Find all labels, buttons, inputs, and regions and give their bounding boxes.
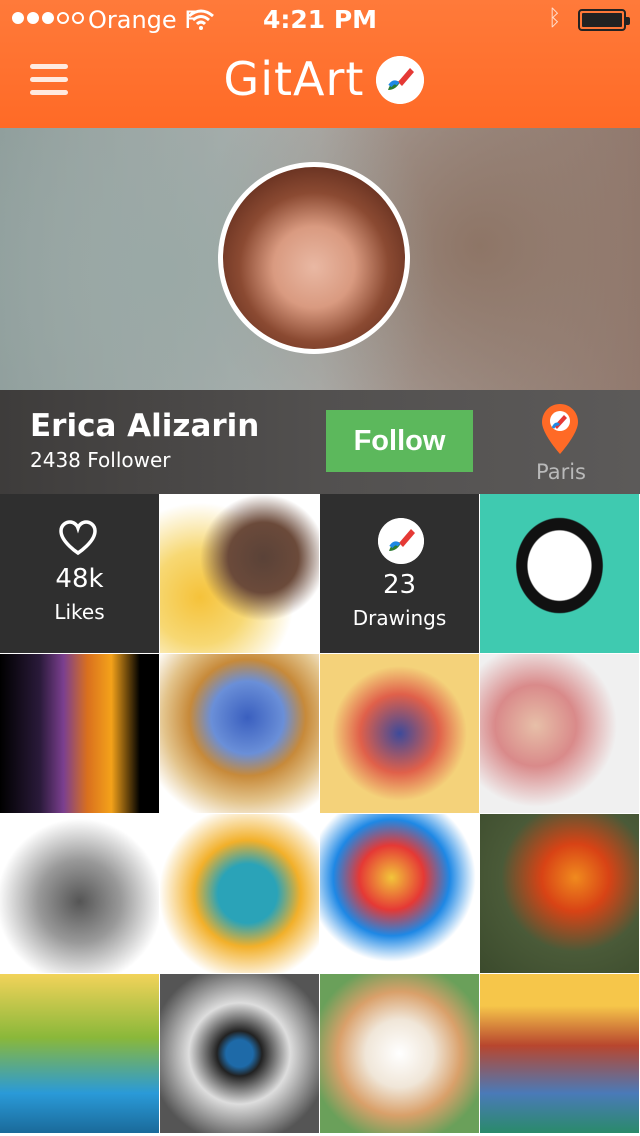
- paintbrush-logo-icon: [378, 518, 424, 564]
- artwork-waterfall-landscape[interactable]: [0, 974, 159, 1133]
- heart-icon: [59, 520, 97, 556]
- artwork-woman-colorful-hair[interactable]: [320, 814, 479, 973]
- artwork-colorful-creatures[interactable]: [320, 654, 479, 813]
- paintbrush-logo-icon: [376, 56, 424, 104]
- status-time: 4:21 PM: [262, 5, 378, 34]
- artwork-eye[interactable]: [160, 974, 319, 1133]
- battery-icon: [578, 9, 630, 31]
- profile-cover: [0, 128, 640, 390]
- map-pin-icon[interactable]: [542, 404, 578, 454]
- artwork-dog[interactable]: [160, 814, 319, 973]
- artwork-woman-round-glasses[interactable]: [480, 494, 639, 653]
- drawings-stat[interactable]: 23 Drawings: [320, 494, 479, 653]
- artwork-grid: 48k Likes 23 Drawings: [0, 494, 640, 1136]
- artwork-floral-scene[interactable]: [320, 974, 479, 1133]
- likes-count: 48k: [55, 564, 104, 594]
- status-bar: Orange F 4:21 PM ᛒ: [0, 0, 640, 40]
- artwork-man-sunglasses[interactable]: [160, 494, 319, 653]
- likes-label: Likes: [54, 600, 105, 624]
- artwork-butterfly-flowers[interactable]: [480, 814, 639, 973]
- drawings-label: Drawings: [352, 606, 447, 630]
- artwork-leopard[interactable]: [160, 654, 319, 813]
- bluetooth-icon: ᛒ: [548, 6, 562, 31]
- drawings-count: 23: [382, 570, 417, 600]
- profile-name: Erica Alizarin: [30, 408, 260, 444]
- artwork-basketball-player[interactable]: [0, 814, 159, 973]
- app-header: Orange F 4:21 PM ᛒ GitArt: [0, 0, 640, 128]
- avatar-photo: [223, 167, 405, 349]
- follow-button[interactable]: Follow: [326, 410, 473, 472]
- artwork-split-face[interactable]: [0, 654, 159, 813]
- avatar[interactable]: [218, 162, 410, 354]
- artwork-children-portrait[interactable]: [480, 654, 639, 813]
- app-title: GitArt: [223, 52, 365, 106]
- hamburger-menu-icon[interactable]: [30, 62, 68, 96]
- likes-stat[interactable]: 48k Likes: [0, 494, 159, 653]
- profile-info-bar: Erica Alizarin 2438 Follower Follow Pari…: [0, 390, 640, 494]
- artwork-house-illustration[interactable]: [480, 974, 639, 1133]
- follower-count: 2438 Follower: [30, 448, 171, 472]
- location-city[interactable]: Paris: [520, 460, 602, 484]
